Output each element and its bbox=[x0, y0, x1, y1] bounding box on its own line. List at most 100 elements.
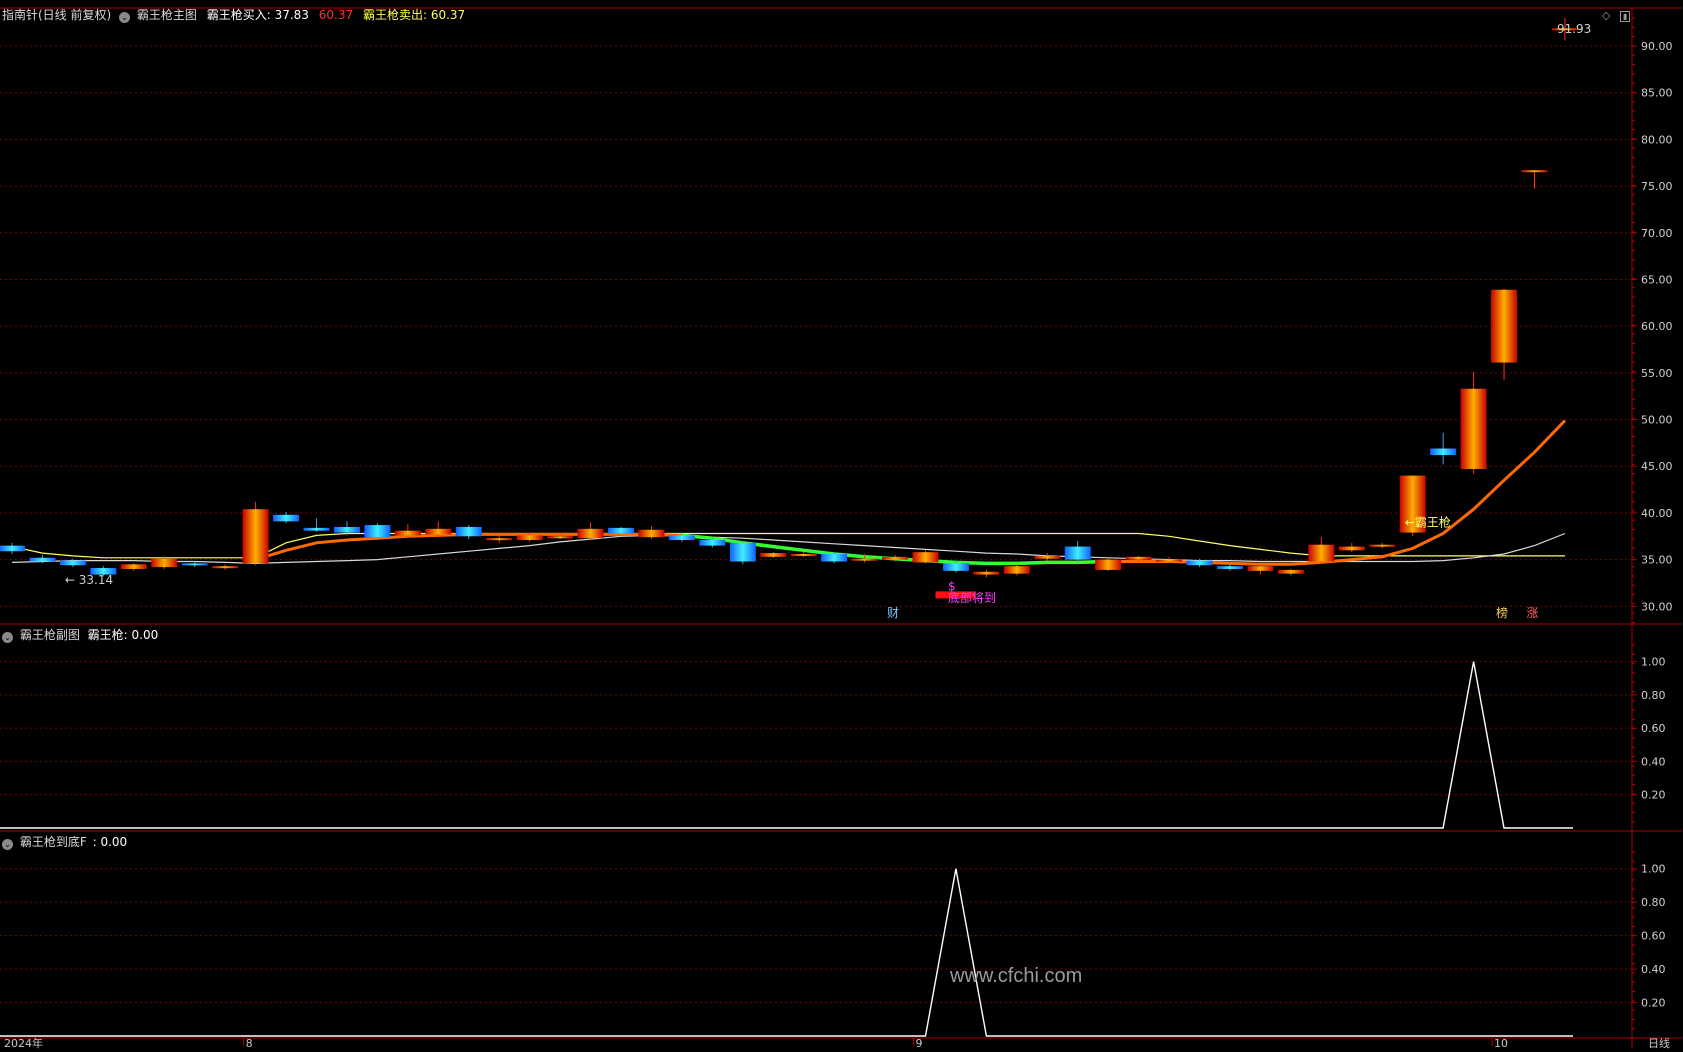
sub1-label: 霸王枪: bbox=[87, 628, 128, 642]
candle-body bbox=[516, 535, 543, 541]
axis-tick-label: 40.00 bbox=[1641, 507, 1673, 520]
indicator-toggle-icon[interactable]: ⌄ bbox=[119, 12, 131, 23]
candle bbox=[1247, 564, 1274, 575]
candle-body bbox=[212, 566, 239, 569]
candle bbox=[273, 512, 300, 524]
axis-tick-label: 35.00 bbox=[1641, 554, 1673, 567]
candle bbox=[1460, 371, 1487, 474]
sub-panels bbox=[0, 661, 1573, 1037]
x-tick-label: 8 bbox=[246, 1037, 253, 1049]
candle-body bbox=[699, 540, 726, 546]
sub2-toggle-icon[interactable]: ⌄ bbox=[2, 839, 13, 850]
candle-body bbox=[760, 553, 787, 557]
annotation: 财 bbox=[887, 606, 899, 620]
year-label: 2024年 bbox=[4, 1037, 43, 1050]
sub1-value: 0.00 bbox=[131, 628, 159, 642]
candle-body bbox=[668, 535, 695, 541]
annotation: 涨 bbox=[1527, 605, 1539, 620]
sell-label: 霸王枪卖出: bbox=[362, 8, 427, 22]
watermark: www.cfchi.com bbox=[950, 965, 1083, 987]
annotation: 91.93 bbox=[1557, 22, 1591, 36]
candle-body bbox=[608, 527, 634, 534]
candle bbox=[303, 518, 330, 532]
candle bbox=[120, 563, 147, 571]
axis-tick-label: 80.00 bbox=[1641, 133, 1673, 146]
sub1-signal-line bbox=[0, 661, 1573, 829]
candle-body bbox=[882, 556, 909, 560]
axis-tick-label: 75.00 bbox=[1641, 180, 1673, 193]
candle-body bbox=[455, 526, 482, 537]
candle bbox=[1491, 288, 1518, 381]
axis-tick-label: 0.40 bbox=[1641, 755, 1666, 768]
candle-body bbox=[273, 514, 300, 522]
x-tick-label: 10 bbox=[1494, 1037, 1508, 1049]
candle-body bbox=[638, 529, 665, 538]
buy-label: 霸王枪买入: bbox=[206, 8, 271, 22]
axis-tick-label: 30.00 bbox=[1641, 600, 1673, 613]
window-icon[interactable]: ▮ bbox=[1619, 11, 1631, 22]
candle-body bbox=[1125, 556, 1152, 560]
sub2-signal-line bbox=[0, 868, 1573, 1037]
annotation: ← 33.14 bbox=[65, 573, 113, 587]
axis-tick-label: 0.40 bbox=[1641, 963, 1666, 976]
annotation: 榜 bbox=[1496, 605, 1508, 620]
diamond-icon[interactable]: ◇ bbox=[1602, 9, 1610, 22]
buy-value: 37.83 bbox=[274, 8, 309, 22]
period-label[interactable]: 日线 bbox=[1648, 1036, 1670, 1052]
candle bbox=[1095, 558, 1122, 571]
candle-body bbox=[1460, 388, 1487, 470]
candle-body bbox=[1308, 544, 1335, 562]
candle-body bbox=[364, 525, 391, 538]
candle bbox=[577, 522, 604, 541]
candle-body bbox=[1034, 555, 1061, 559]
candle bbox=[1369, 542, 1396, 549]
axis-tick-label: 85.00 bbox=[1641, 87, 1673, 100]
sell-value: 60.37 bbox=[430, 8, 466, 22]
candle bbox=[638, 526, 665, 540]
candle-body bbox=[0, 545, 25, 552]
candle bbox=[729, 540, 756, 565]
annotation: ←霸王枪 bbox=[1405, 514, 1451, 529]
candle-body bbox=[1156, 559, 1183, 562]
candle bbox=[212, 564, 239, 570]
sub1-header: ⌄ 霸王枪副图 霸王枪: 0.00 bbox=[2, 627, 158, 643]
candle-body bbox=[1277, 569, 1304, 574]
candle-body bbox=[1247, 566, 1274, 571]
candle-body bbox=[577, 528, 604, 539]
candle-body bbox=[333, 526, 360, 533]
annotations: ← 33.14←霸王枪底部将到$91.93财榜涨 bbox=[65, 22, 1591, 620]
candle bbox=[1064, 540, 1091, 563]
candle-body bbox=[59, 560, 86, 566]
fast-line bbox=[255, 419, 1567, 566]
candle bbox=[973, 569, 1000, 578]
candle bbox=[455, 525, 482, 540]
candle-body bbox=[912, 552, 939, 563]
sub2-label: : bbox=[92, 835, 97, 849]
sub1-indicator-name: 霸王枪副图 bbox=[19, 628, 80, 642]
axis-tick-label: 1.00 bbox=[1641, 863, 1666, 876]
candle-body bbox=[1491, 289, 1518, 363]
axis-tick-label: 0.60 bbox=[1641, 930, 1666, 943]
annotation: $ bbox=[948, 580, 956, 594]
main-header: 指南针(日线 前复权) ⌄ 霸王枪主图 霸王枪买入: 37.83 60.37 霸… bbox=[2, 7, 465, 23]
candle-body bbox=[973, 571, 1000, 575]
candle-body bbox=[729, 542, 756, 562]
candle bbox=[0, 542, 25, 555]
sub2-indicator-name: 霸王枪到底F bbox=[19, 835, 87, 849]
axis-tick-label: 90.00 bbox=[1641, 40, 1673, 53]
main-indicator-name: 霸王枪主图 bbox=[136, 8, 197, 22]
candle-body bbox=[547, 536, 574, 539]
x-tick-label: 9 bbox=[916, 1037, 923, 1049]
axis-tick-label: 45.00 bbox=[1641, 460, 1673, 473]
candle bbox=[1430, 432, 1457, 465]
axis-tick-label: 65.00 bbox=[1641, 273, 1673, 286]
candle-body bbox=[151, 558, 178, 568]
candle bbox=[1277, 568, 1304, 576]
candle-body bbox=[1186, 560, 1213, 566]
candle-body bbox=[1430, 448, 1457, 456]
candle-body bbox=[303, 527, 330, 531]
candle bbox=[425, 521, 452, 537]
candle-body bbox=[821, 554, 848, 562]
sub1-toggle-icon[interactable]: ⌄ bbox=[2, 632, 13, 643]
axis-tick-label: 0.80 bbox=[1641, 896, 1666, 909]
